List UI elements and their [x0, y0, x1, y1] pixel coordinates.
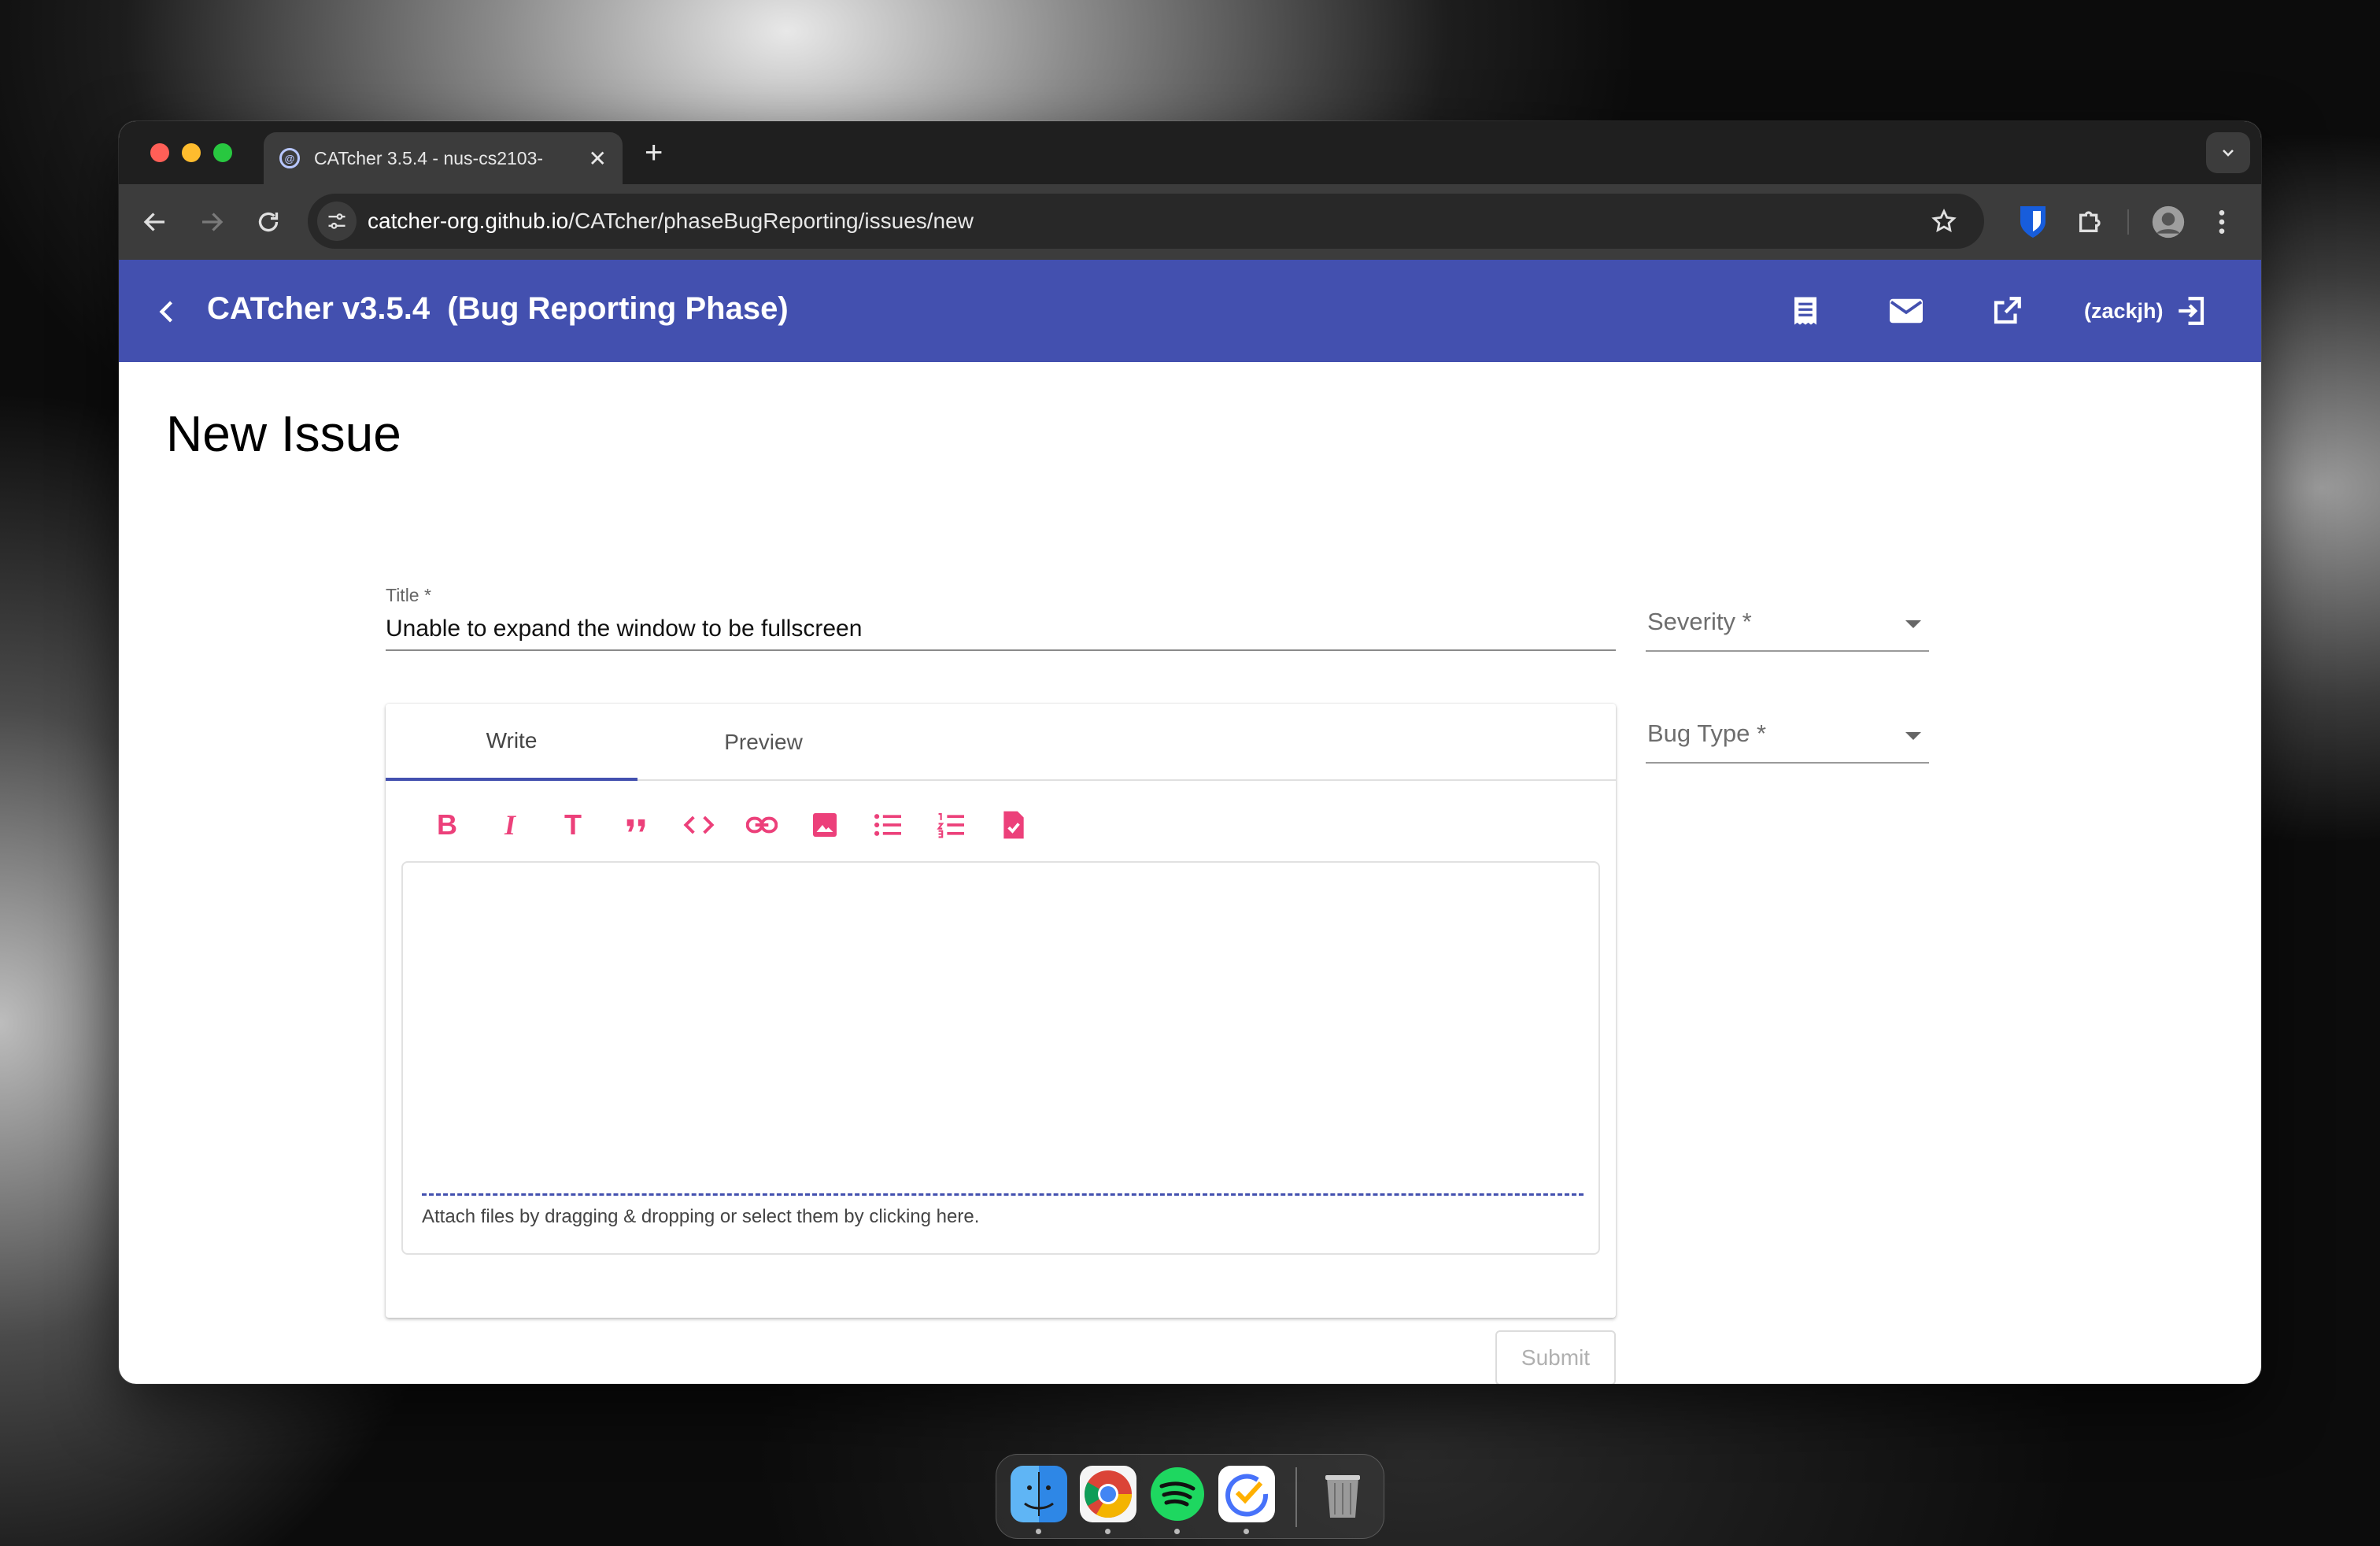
format-toolbar: B I T [416, 804, 1045, 845]
image-button[interactable] [793, 804, 856, 845]
back-chevron-icon[interactable] [153, 296, 182, 327]
attach-divider [422, 1193, 1584, 1196]
app-title: CATcher v3.5.4 (Bug Reporting Phase) [207, 291, 789, 326]
running-indicator [1036, 1529, 1041, 1534]
browser-window: @ CATcher 3.5.4 - nus-cs2103- ✕ + catche… [119, 121, 2261, 1384]
task-list-icon [1003, 811, 1024, 839]
heading-icon: T [564, 808, 582, 841]
bold-button[interactable]: B [416, 804, 479, 845]
bullet-list-icon [874, 814, 901, 836]
tab-strip: @ CATcher 3.5.4 - nus-cs2103- ✕ + [119, 121, 2261, 184]
browser-toolbar: catcher-org.github.io/CATcher/phaseBugRe… [119, 184, 2261, 260]
image-icon [813, 813, 837, 837]
severity-select[interactable]: Severity * [1646, 597, 1929, 652]
close-window-button[interactable] [150, 143, 169, 162]
page-title: New Issue [166, 405, 401, 462]
chevron-down-icon [2223, 150, 2234, 157]
username-label: (zackjh) [2084, 299, 2164, 323]
list-icon[interactable] [1789, 294, 1822, 327]
new-tab-button[interactable]: + [645, 135, 663, 171]
url-path: /CATcher/phaseBugReporting/issues/new [568, 209, 974, 233]
chrome-icon[interactable] [1080, 1466, 1136, 1522]
profile-avatar-icon[interactable] [2151, 205, 2186, 239]
bug-type-select[interactable]: Bug Type * [1646, 708, 1929, 764]
forward-arrow-icon[interactable] [198, 208, 226, 236]
finder-icon[interactable] [1011, 1466, 1067, 1522]
tune-icon [328, 213, 346, 229]
title-field-label: Title * [386, 585, 431, 605]
heading-button[interactable]: T [541, 804, 604, 845]
numbered-list-icon [937, 813, 964, 838]
app-header: CATcher v3.5.4 (Bug Reporting Phase) (za… [119, 260, 2261, 362]
dropdown-arrow-icon [1905, 732, 1921, 740]
site-info-button[interactable] [317, 202, 357, 241]
browser-tab[interactable]: @ CATcher 3.5.4 - nus-cs2103- ✕ [264, 132, 623, 184]
open-external-icon[interactable] [1990, 294, 2023, 327]
mail-icon[interactable] [1888, 294, 1924, 327]
close-tab-icon[interactable]: ✕ [589, 146, 607, 172]
trash-icon[interactable] [1314, 1466, 1371, 1522]
back-arrow-icon[interactable] [141, 208, 169, 236]
running-indicator [1174, 1529, 1180, 1534]
quote-icon [626, 819, 645, 832]
dock-separator [1295, 1467, 1297, 1527]
task-list-button[interactable] [982, 804, 1045, 845]
spotify-icon[interactable] [1149, 1466, 1206, 1522]
quote-button[interactable] [604, 804, 667, 845]
ticktick-icon[interactable] [1218, 1466, 1275, 1522]
description-textarea[interactable]: Attach files by dragging & dropping or s… [401, 861, 1600, 1255]
tab-preview[interactable]: Preview [638, 704, 889, 781]
code-button[interactable] [667, 804, 730, 845]
minimize-window-button[interactable] [182, 143, 201, 162]
logout-icon[interactable] [2175, 294, 2208, 327]
bug-type-label: Bug Type * [1647, 719, 1767, 747]
code-icon [683, 816, 715, 834]
bitwarden-shield-icon[interactable] [2017, 203, 2049, 241]
tab-write[interactable]: Write [386, 704, 638, 781]
tab-search-button[interactable] [2206, 132, 2250, 173]
link-button[interactable] [730, 804, 793, 845]
running-indicator [1244, 1529, 1249, 1534]
toolbar-divider [2127, 209, 2129, 235]
editor-tabs: Write Preview [386, 704, 1616, 781]
title-input[interactable] [386, 608, 1616, 651]
description-editor: Write Preview B I T Attach files by drag… [386, 704, 1616, 1318]
link-icon [746, 816, 778, 834]
italic-icon: I [504, 809, 516, 841]
reload-icon[interactable] [254, 208, 283, 236]
running-indicator [1105, 1529, 1111, 1534]
catcher-favicon-icon: @ [279, 148, 300, 168]
severity-label: Severity * [1647, 608, 1752, 635]
bullet-list-button[interactable] [856, 804, 919, 845]
submit-button[interactable]: Submit [1495, 1330, 1616, 1384]
bookmark-star-icon[interactable] [1931, 208, 1957, 235]
url-text: catcher-org.github.io/CATcher/phaseBugRe… [368, 209, 974, 234]
fullscreen-window-button[interactable] [213, 143, 232, 162]
italic-button[interactable]: I [479, 804, 541, 845]
tab-title: CATcher 3.5.4 - nus-cs2103- [314, 147, 544, 168]
bold-icon: B [437, 808, 457, 841]
numbered-list-button[interactable] [919, 804, 982, 845]
attach-files-hint[interactable]: Attach files by dragging & dropping or s… [422, 1206, 979, 1228]
macos-dock [996, 1454, 1384, 1539]
dropdown-arrow-icon [1905, 620, 1921, 628]
extensions-puzzle-icon[interactable] [2075, 205, 2107, 236]
url-host: catcher-org.github.io [368, 209, 569, 233]
browser-menu-icon[interactable] [2214, 206, 2230, 238]
address-bar[interactable]: catcher-org.github.io/CATcher/phaseBugRe… [308, 194, 1984, 249]
